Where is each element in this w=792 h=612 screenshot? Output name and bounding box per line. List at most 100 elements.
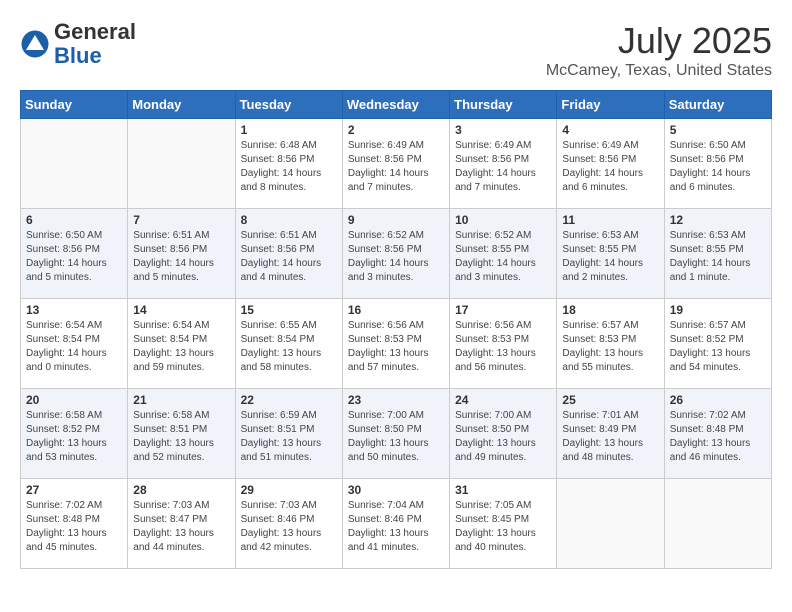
day-info: Sunrise: 6:51 AMSunset: 8:56 PMDaylight:… bbox=[241, 229, 337, 285]
day-number: 1 bbox=[241, 123, 337, 137]
day-info: Sunrise: 6:54 AMSunset: 8:54 PMDaylight:… bbox=[26, 319, 122, 375]
day-number: 12 bbox=[670, 213, 766, 227]
calendar-cell: 19 Sunrise: 6:57 AMSunset: 8:52 PMDayligh… bbox=[664, 299, 771, 389]
day-info: Sunrise: 6:49 AMSunset: 8:56 PMDaylight:… bbox=[348, 139, 444, 195]
header-friday: Friday bbox=[557, 91, 664, 119]
day-info: Sunrise: 7:00 AMSunset: 8:50 PMDaylight:… bbox=[348, 409, 444, 465]
calendar-cell: 24 Sunrise: 7:00 AMSunset: 8:50 PMDayligh… bbox=[450, 389, 557, 479]
calendar-cell: 26 Sunrise: 7:02 AMSunset: 8:48 PMDayligh… bbox=[664, 389, 771, 479]
calendar-cell: 8 Sunrise: 6:51 AMSunset: 8:56 PMDaylight… bbox=[235, 209, 342, 299]
day-number: 8 bbox=[241, 213, 337, 227]
day-info: Sunrise: 6:50 AMSunset: 8:56 PMDaylight:… bbox=[26, 229, 122, 285]
calendar-cell: 14 Sunrise: 6:54 AMSunset: 8:54 PMDayligh… bbox=[128, 299, 235, 389]
day-info: Sunrise: 6:56 AMSunset: 8:53 PMDaylight:… bbox=[348, 319, 444, 375]
logo-general-text: General bbox=[54, 19, 136, 44]
day-info: Sunrise: 6:57 AMSunset: 8:52 PMDaylight:… bbox=[670, 319, 766, 375]
day-info: Sunrise: 6:48 AMSunset: 8:56 PMDaylight:… bbox=[241, 139, 337, 195]
day-number: 22 bbox=[241, 393, 337, 407]
day-number: 18 bbox=[562, 303, 658, 317]
calendar-cell: 23 Sunrise: 7:00 AMSunset: 8:50 PMDayligh… bbox=[342, 389, 449, 479]
day-number: 28 bbox=[133, 483, 229, 497]
calendar-week-row: 13Sunrise: 6:54 AMSunset: 8:54 PMDayligh… bbox=[21, 299, 772, 389]
day-info: Sunrise: 6:53 AMSunset: 8:55 PMDaylight:… bbox=[562, 229, 658, 285]
day-number: 3 bbox=[455, 123, 551, 137]
day-number: 15 bbox=[241, 303, 337, 317]
day-number: 19 bbox=[670, 303, 766, 317]
logo-icon bbox=[20, 29, 50, 59]
day-info: Sunrise: 6:51 AMSunset: 8:56 PMDaylight:… bbox=[133, 229, 229, 285]
calendar-cell: 10Sunrise: 6:52 AMSunset: 8:55 PMDayligh… bbox=[450, 209, 557, 299]
header-wednesday: Wednesday bbox=[342, 91, 449, 119]
day-number: 7 bbox=[133, 213, 229, 227]
day-number: 30 bbox=[348, 483, 444, 497]
calendar-cell: 11 Sunrise: 6:53 AMSunset: 8:55 PMDayligh… bbox=[557, 209, 664, 299]
calendar-cell: 29Sunrise: 7:03 AMSunset: 8:46 PMDayligh… bbox=[235, 479, 342, 569]
day-info: Sunrise: 6:58 AMSunset: 8:51 PMDaylight:… bbox=[133, 409, 229, 465]
calendar-cell: 16 Sunrise: 6:56 AMSunset: 8:53 PMDayligh… bbox=[342, 299, 449, 389]
day-number: 29 bbox=[241, 483, 337, 497]
day-info: Sunrise: 6:53 AMSunset: 8:55 PMDaylight:… bbox=[670, 229, 766, 285]
header-thursday: Thursday bbox=[450, 91, 557, 119]
day-info: Sunrise: 7:02 AMSunset: 8:48 PMDaylight:… bbox=[670, 409, 766, 465]
header-saturday: Saturday bbox=[664, 91, 771, 119]
calendar-week-row: 27 Sunrise: 7:02 AMSunset: 8:48 PMDayligh… bbox=[21, 479, 772, 569]
day-info: Sunrise: 7:00 AMSunset: 8:50 PMDaylight:… bbox=[455, 409, 551, 465]
day-info: Sunrise: 7:03 AMSunset: 8:47 PMDaylight:… bbox=[133, 499, 229, 555]
header-tuesday: Tuesday bbox=[235, 91, 342, 119]
calendar-cell bbox=[21, 119, 128, 209]
day-number: 24 bbox=[455, 393, 551, 407]
calendar-week-row: 20Sunrise: 6:58 AMSunset: 8:52 PMDayligh… bbox=[21, 389, 772, 479]
calendar-cell: 20Sunrise: 6:58 AMSunset: 8:52 PMDayligh… bbox=[21, 389, 128, 479]
day-info: Sunrise: 6:58 AMSunset: 8:52 PMDaylight:… bbox=[26, 409, 122, 465]
day-info: Sunrise: 6:54 AMSunset: 8:54 PMDaylight:… bbox=[133, 319, 229, 375]
calendar-cell bbox=[664, 479, 771, 569]
day-info: Sunrise: 6:52 AMSunset: 8:56 PMDaylight:… bbox=[348, 229, 444, 285]
header-monday: Monday bbox=[128, 91, 235, 119]
calendar-cell: 13Sunrise: 6:54 AMSunset: 8:54 PMDayligh… bbox=[21, 299, 128, 389]
day-number: 23 bbox=[348, 393, 444, 407]
day-info: Sunrise: 6:49 AMSunset: 8:56 PMDaylight:… bbox=[562, 139, 658, 195]
location: McCamey, Texas, United States bbox=[546, 62, 772, 80]
day-info: Sunrise: 7:05 AMSunset: 8:45 PMDaylight:… bbox=[455, 499, 551, 555]
calendar-cell bbox=[557, 479, 664, 569]
page-header: General Blue July 2025 McCamey, Texas, U… bbox=[20, 20, 772, 80]
day-info: Sunrise: 6:49 AMSunset: 8:56 PMDaylight:… bbox=[455, 139, 551, 195]
day-number: 4 bbox=[562, 123, 658, 137]
day-info: Sunrise: 6:50 AMSunset: 8:56 PMDaylight:… bbox=[670, 139, 766, 195]
calendar-cell: 17Sunrise: 6:56 AMSunset: 8:53 PMDayligh… bbox=[450, 299, 557, 389]
logo-blue-text: Blue bbox=[54, 43, 102, 68]
calendar-cell: 12 Sunrise: 6:53 AMSunset: 8:55 PMDayligh… bbox=[664, 209, 771, 299]
day-number: 9 bbox=[348, 213, 444, 227]
calendar-header-row: SundayMondayTuesdayWednesdayThursdayFrid… bbox=[21, 91, 772, 119]
day-info: Sunrise: 6:55 AMSunset: 8:54 PMDaylight:… bbox=[241, 319, 337, 375]
calendar-cell: 31Sunrise: 7:05 AMSunset: 8:45 PMDayligh… bbox=[450, 479, 557, 569]
day-number: 2 bbox=[348, 123, 444, 137]
logo: General Blue bbox=[20, 20, 136, 68]
day-number: 27 bbox=[26, 483, 122, 497]
day-number: 11 bbox=[562, 213, 658, 227]
day-info: Sunrise: 6:56 AMSunset: 8:53 PMDaylight:… bbox=[455, 319, 551, 375]
month-title: July 2025 bbox=[546, 20, 772, 62]
title-section: July 2025 McCamey, Texas, United States bbox=[546, 20, 772, 80]
day-number: 21 bbox=[133, 393, 229, 407]
calendar-week-row: 6 Sunrise: 6:50 AMSunset: 8:56 PMDaylight… bbox=[21, 209, 772, 299]
calendar-week-row: 1 Sunrise: 6:48 AMSunset: 8:56 PMDaylight… bbox=[21, 119, 772, 209]
calendar-cell: 3 Sunrise: 6:49 AMSunset: 8:56 PMDaylight… bbox=[450, 119, 557, 209]
day-info: Sunrise: 7:02 AMSunset: 8:48 PMDaylight:… bbox=[26, 499, 122, 555]
day-number: 16 bbox=[348, 303, 444, 317]
calendar-cell bbox=[128, 119, 235, 209]
calendar-cell: 4 Sunrise: 6:49 AMSunset: 8:56 PMDaylight… bbox=[557, 119, 664, 209]
day-info: Sunrise: 6:57 AMSunset: 8:53 PMDaylight:… bbox=[562, 319, 658, 375]
day-info: Sunrise: 7:04 AMSunset: 8:46 PMDaylight:… bbox=[348, 499, 444, 555]
day-info: Sunrise: 6:52 AMSunset: 8:55 PMDaylight:… bbox=[455, 229, 551, 285]
calendar-cell: 7 Sunrise: 6:51 AMSunset: 8:56 PMDaylight… bbox=[128, 209, 235, 299]
day-number: 5 bbox=[670, 123, 766, 137]
calendar-cell: 2 Sunrise: 6:49 AMSunset: 8:56 PMDaylight… bbox=[342, 119, 449, 209]
calendar-cell: 21 Sunrise: 6:58 AMSunset: 8:51 PMDayligh… bbox=[128, 389, 235, 479]
calendar-table: SundayMondayTuesdayWednesdayThursdayFrid… bbox=[20, 90, 772, 569]
day-number: 26 bbox=[670, 393, 766, 407]
calendar-cell: 27 Sunrise: 7:02 AMSunset: 8:48 PMDayligh… bbox=[21, 479, 128, 569]
calendar-cell: 25Sunrise: 7:01 AMSunset: 8:49 PMDayligh… bbox=[557, 389, 664, 479]
day-number: 14 bbox=[133, 303, 229, 317]
day-number: 6 bbox=[26, 213, 122, 227]
